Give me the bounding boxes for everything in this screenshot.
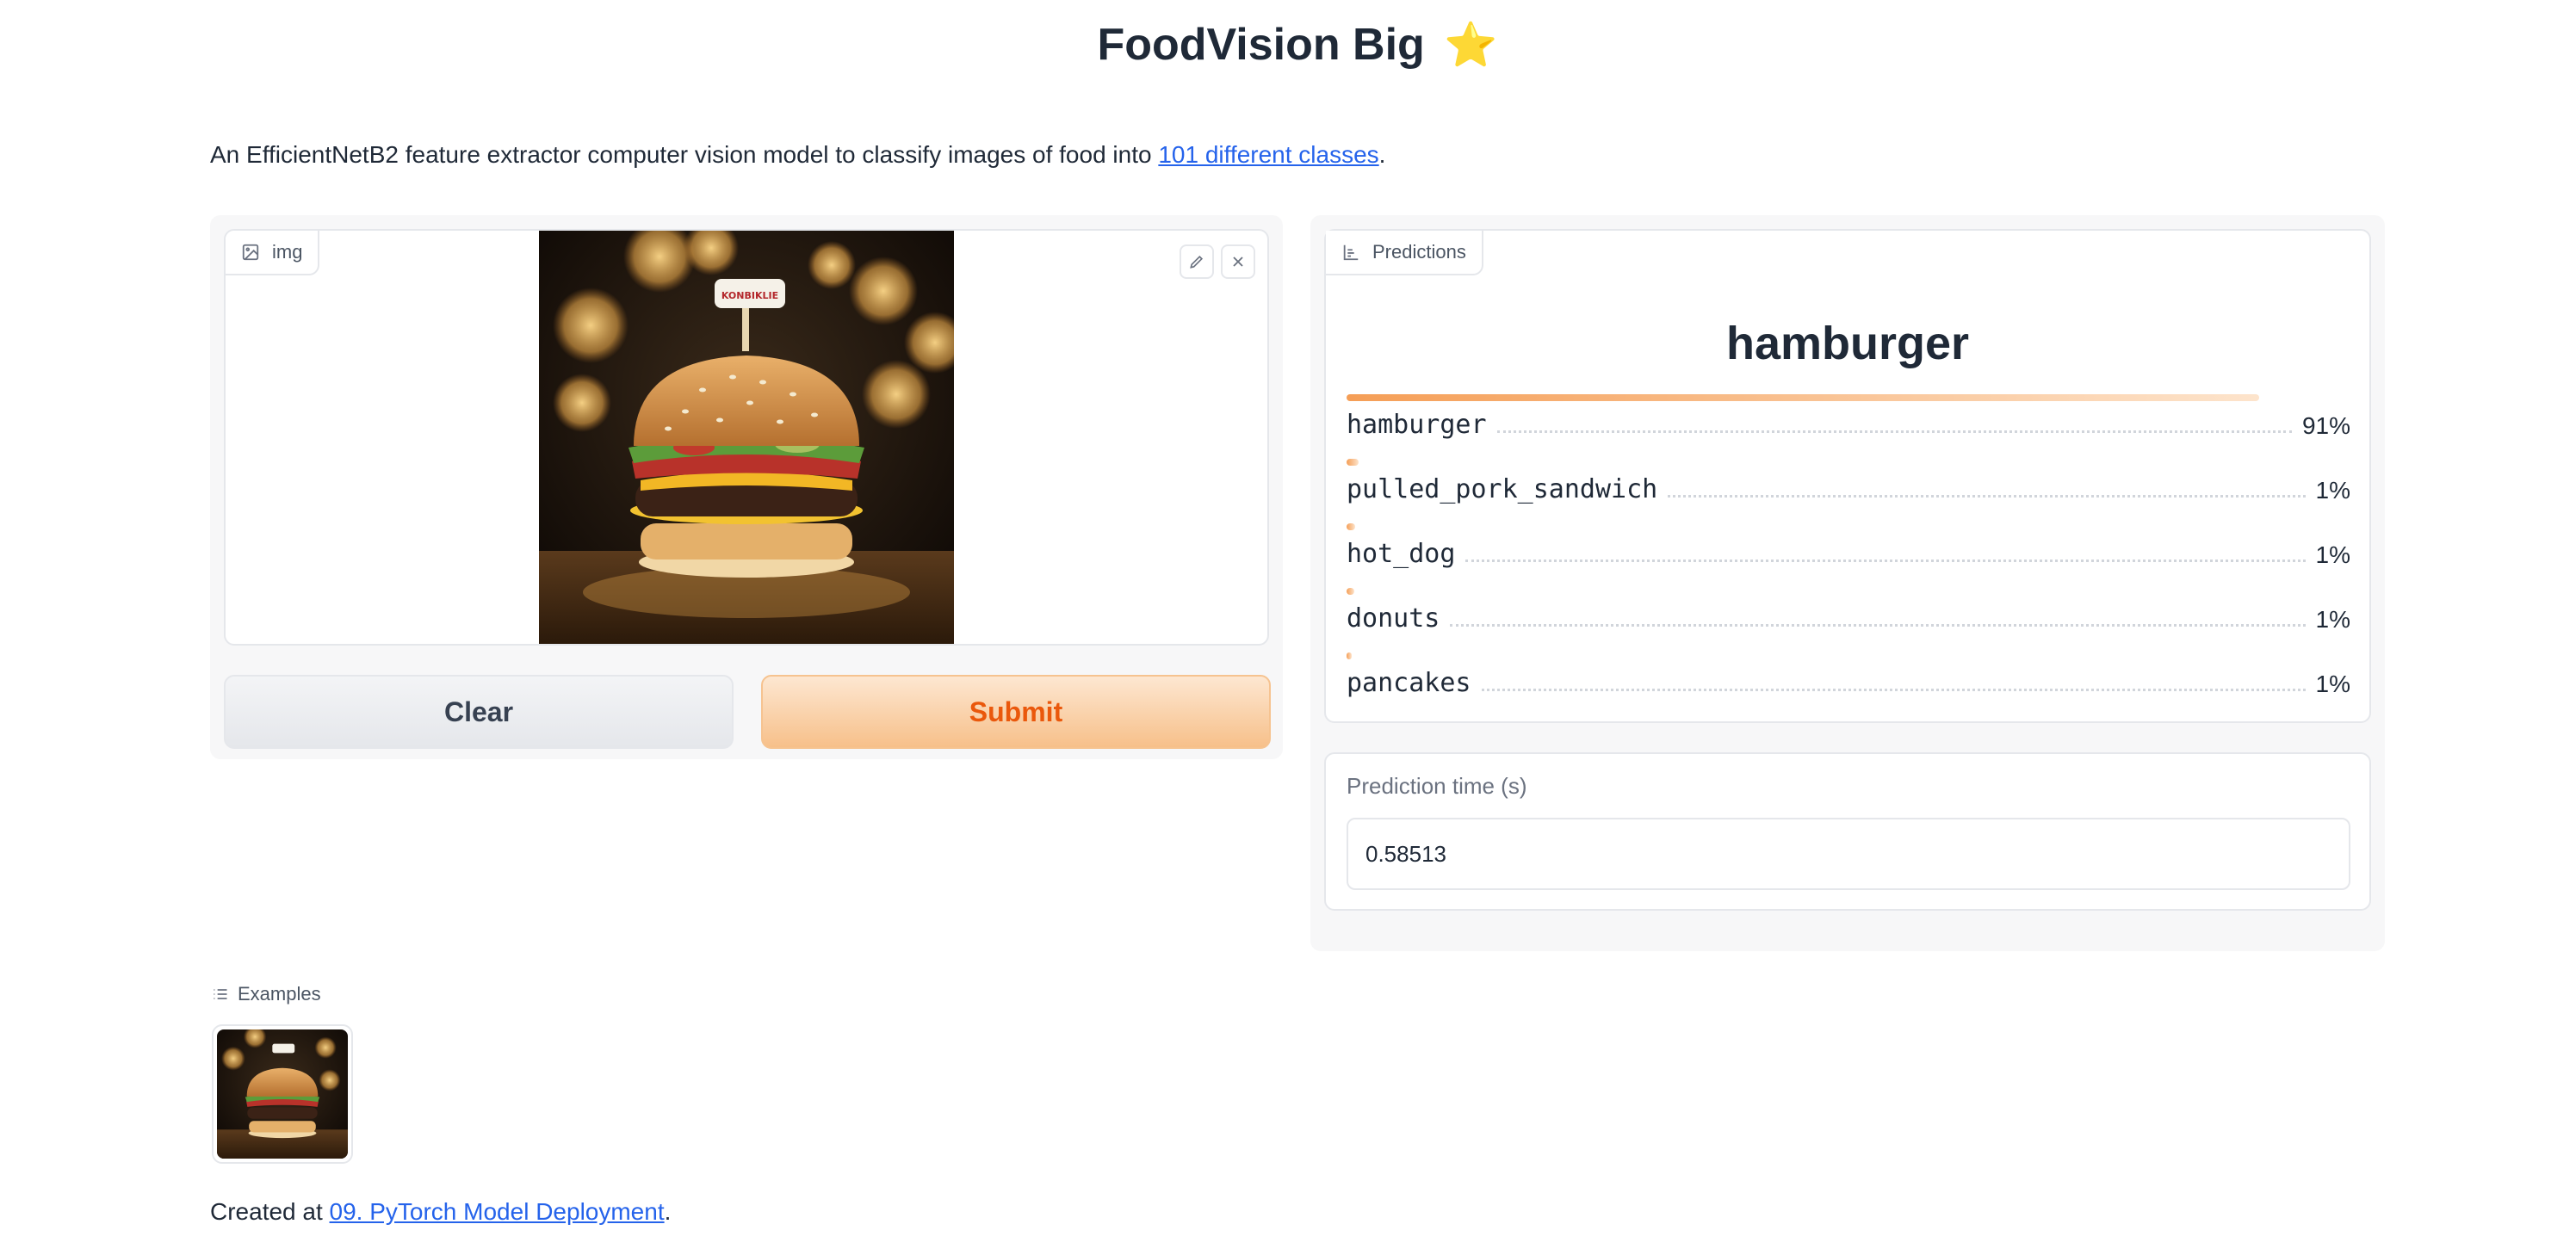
class-percentage: 91% (2301, 412, 2350, 439)
image-icon (242, 244, 259, 261)
class-name: pancakes (1347, 668, 1471, 698)
edit-button[interactable] (1180, 244, 1214, 279)
pencil-icon (1190, 255, 1204, 269)
image-input[interactable]: img KONBIKLIE (224, 229, 1269, 646)
hamburger-photo: KONBIKLIE (539, 231, 954, 644)
deployment-link[interactable]: 09. PyTorch Model Deployment (330, 1198, 665, 1225)
classes-link[interactable]: 101 different classes (1158, 141, 1378, 168)
leader-dots (1668, 495, 2306, 498)
class-percentage: 1% (2315, 477, 2350, 504)
image-input-tag: img (226, 231, 320, 275)
description-text: An EfficientNetB2 feature extractor comp… (210, 141, 1159, 168)
class-name: pulled_pork_sandwich (1347, 474, 1658, 504)
output-panel: Predictions hamburger hamburger 91% pulled… (1310, 215, 2385, 951)
description: An EfficientNetB2 feature extractor comp… (210, 141, 1385, 169)
leader-dots (1496, 430, 2292, 433)
confidence-label: hamburger 91% (1347, 410, 2350, 440)
footer-text: Created at (210, 1198, 330, 1225)
predictions-tag: Predictions (1326, 231, 1483, 275)
example-thumbnail[interactable] (212, 1024, 353, 1164)
image-input-label: img (272, 241, 303, 263)
class-name: hot_dog (1347, 539, 1456, 569)
description-suffix: . (1378, 141, 1386, 168)
star-emoji-icon: ⭐ (1444, 20, 1498, 70)
confidence-label: pulled_pork_sandwich 1% (1347, 474, 2350, 504)
confidence-row: donuts 1% (1347, 588, 2350, 652)
top-prediction: hamburger (1725, 318, 1970, 369)
confidence-bar (1347, 652, 1352, 659)
class-name: donuts (1347, 603, 1440, 634)
confidence-bar (1347, 523, 1356, 530)
confidence-row: hot_dog 1% (1347, 523, 2350, 587)
list-icon (214, 989, 227, 999)
prediction-time-output: Prediction time (s) (1324, 752, 2371, 911)
confidence-label: hot_dog 1% (1347, 539, 2350, 569)
example-hamburger-image (217, 1029, 348, 1159)
leader-dots (1481, 689, 2306, 691)
bar-chart-icon (1343, 244, 1359, 261)
leader-dots (1465, 559, 2306, 562)
confidence-label: donuts 1% (1347, 603, 2350, 634)
predictions-label: Predictions (1372, 241, 1466, 263)
footer-suffix: . (664, 1198, 672, 1225)
class-percentage: 1% (2315, 606, 2350, 633)
footer: Created at 09. PyTorch Model Deployment. (210, 1198, 671, 1226)
page-title-text: FoodVision Big (1097, 20, 1425, 70)
class-name: hamburger (1347, 410, 1487, 440)
confidence-row: hamburger 91% (1347, 394, 2350, 458)
leader-dots (1450, 624, 2306, 627)
confidence-row: pulled_pork_sandwich 1% (1347, 459, 2350, 522)
prediction-time-label: Prediction time (s) (1347, 773, 1527, 799)
submit-button[interactable]: Submit (761, 675, 1271, 749)
input-panel: img KONBIKLIE Clear Submit (210, 215, 1283, 759)
examples-label: Examples (238, 983, 321, 1005)
class-percentage: 1% (2315, 671, 2350, 697)
close-icon (1233, 257, 1243, 267)
remove-image-button[interactable] (1221, 244, 1255, 279)
confidence-bar (1347, 459, 1359, 466)
confidence-label: pancakes 1% (1347, 668, 2350, 698)
page-title: FoodVision Big ⭐ (0, 19, 2576, 71)
predictions-output: Predictions hamburger hamburger 91% pulled… (1324, 229, 2371, 723)
class-percentage: 1% (2315, 541, 2350, 568)
confidence-row: pancakes 1% (1347, 652, 2350, 716)
examples-header: Examples (212, 983, 321, 1005)
confidence-bar (1347, 394, 2259, 401)
svg-text:KONBIKLIE: KONBIKLIE (721, 290, 778, 301)
clear-button[interactable]: Clear (224, 675, 734, 749)
prediction-time-field[interactable] (1347, 818, 2350, 890)
confidence-bar (1347, 588, 1355, 595)
